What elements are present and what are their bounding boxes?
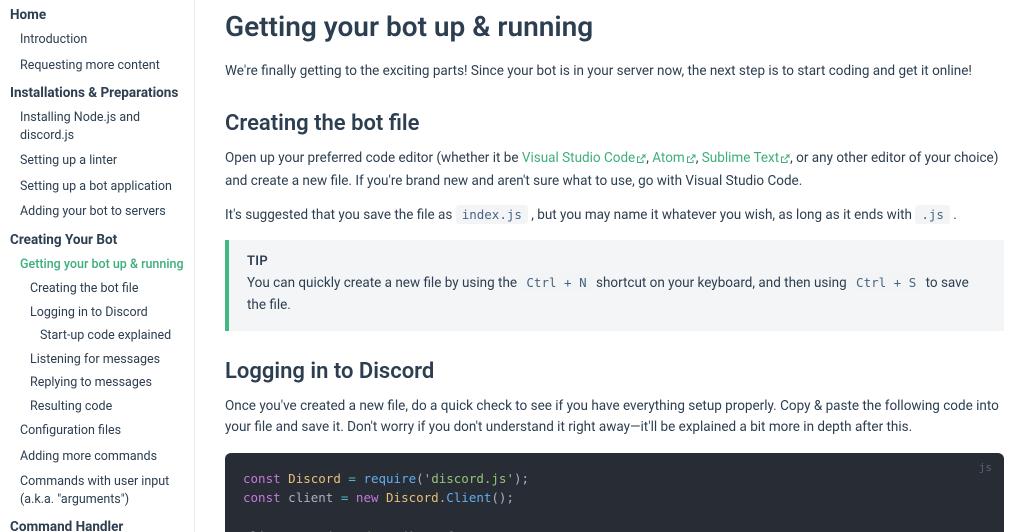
tip-title: TIP — [247, 254, 986, 269]
nav-sub-resulting-code[interactable]: Resulting code — [0, 395, 194, 419]
nav-item-setup-linter[interactable]: Setting up a linter — [0, 148, 194, 174]
code-ctrl-n: Ctrl + N — [520, 273, 592, 292]
nav-sub-listening-messages[interactable]: Listening for messages — [0, 348, 194, 372]
paragraph-filename: It's suggested that you save the file as… — [225, 205, 1004, 227]
code-ctrl-s: Ctrl + S — [850, 273, 922, 292]
tip-body: You can quickly create a new file by usi… — [247, 273, 986, 316]
nav-item-installing-node[interactable]: Installing Node.js and discord.js — [0, 105, 194, 148]
code-lang-badge: js — [979, 459, 992, 476]
code-index-js: index.js — [456, 205, 528, 224]
content: Getting your bot up & running We're fina… — [195, 0, 1024, 532]
external-link-icon — [780, 150, 790, 172]
page-title: Getting your bot up & running — [225, 10, 1004, 43]
nav-subsub-startup-code[interactable]: Start-up code explained — [0, 324, 194, 348]
nav-item-adding-commands[interactable]: Adding more commands — [0, 444, 194, 470]
tip-callout: TIP You can quickly create a new file by… — [225, 240, 1004, 330]
nav-item-requesting-content[interactable]: Requesting more content — [0, 53, 194, 79]
paragraph-editors: Open up your preferred code editor (whet… — [225, 148, 1004, 193]
code-js-ext: .js — [915, 205, 950, 224]
link-vscode[interactable]: Visual Studio Code — [522, 150, 646, 166]
nav-item-introduction[interactable]: Introduction — [0, 27, 194, 53]
sidebar: Home Introduction Requesting more conten… — [0, 0, 195, 532]
nav-item-adding-bot-servers[interactable]: Adding your bot to servers — [0, 199, 194, 225]
nav-group-command-handler[interactable]: Command Handler — [0, 512, 194, 532]
nav-sub-logging-discord[interactable]: Logging in to Discord — [0, 301, 194, 325]
nav-item-getting-bot-running[interactable]: Getting your bot up & running — [0, 252, 194, 278]
nav-item-commands-user-input[interactable]: Commands with user input (a.k.a. "argume… — [0, 469, 194, 512]
heading-logging-discord: Logging in to Discord — [225, 359, 1004, 384]
nav-item-config-files[interactable]: Configuration files — [0, 418, 194, 444]
nav-group-creating-bot[interactable]: Creating Your Bot — [0, 225, 194, 252]
nav-sub-creating-bot-file[interactable]: Creating the bot file — [0, 277, 194, 301]
nav-item-setup-bot-app[interactable]: Setting up a bot application — [0, 174, 194, 200]
code-block[interactable]: jsconst Discord = require('discord.js');… — [225, 453, 1004, 532]
nav-group-home[interactable]: Home — [0, 0, 194, 27]
external-link-icon — [636, 150, 646, 172]
external-link-icon — [686, 150, 696, 172]
paragraph-logging: Once you've created a new file, do a qui… — [225, 396, 1004, 439]
link-atom[interactable]: Atom — [652, 150, 696, 166]
heading-creating-bot-file: Creating the bot file — [225, 111, 1004, 136]
nav-sub-replying-messages[interactable]: Replying to messages — [0, 371, 194, 395]
intro-paragraph: We're finally getting to the exciting pa… — [225, 61, 1004, 83]
link-sublime[interactable]: Sublime Text — [702, 150, 790, 166]
nav-group-installations[interactable]: Installations & Preparations — [0, 78, 194, 105]
